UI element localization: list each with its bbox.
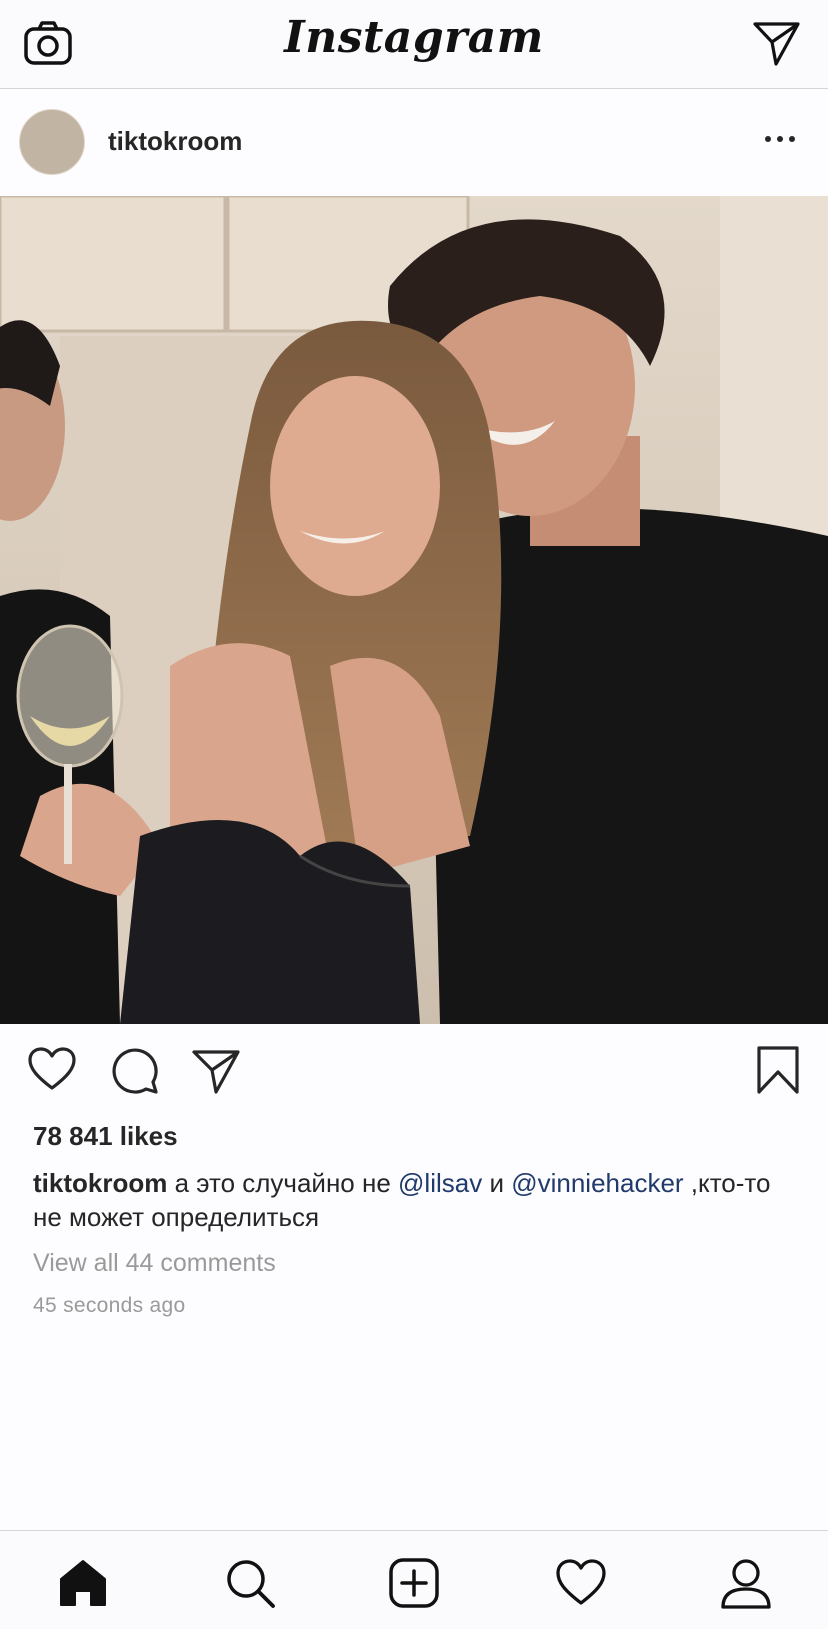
post-timestamp: 45 seconds ago xyxy=(33,1294,186,1317)
comment-icon[interactable] xyxy=(108,1044,160,1096)
view-comments-link[interactable]: View all 44 comments xyxy=(33,1249,276,1278)
profile-icon[interactable] xyxy=(718,1555,774,1611)
post-caption: tiktokroom а это случайно не @lilsav и @… xyxy=(33,1166,803,1234)
post-username[interactable]: tiktokroom xyxy=(108,126,242,157)
top-nav-bar: Instagram xyxy=(0,0,828,89)
post-header: tiktokroom xyxy=(0,89,828,196)
search-icon[interactable] xyxy=(222,1555,278,1611)
activity-heart-icon[interactable] xyxy=(553,1555,609,1611)
post-image[interactable] xyxy=(0,196,828,1024)
mention-vinniehacker[interactable]: @vinniehacker xyxy=(511,1168,683,1198)
post-actions xyxy=(0,1024,828,1114)
caption-text-1: а это случайно не xyxy=(167,1168,399,1198)
caption-text-2: и xyxy=(482,1168,512,1198)
share-icon[interactable] xyxy=(190,1044,242,1096)
home-icon[interactable] xyxy=(55,1555,111,1611)
more-options-icon[interactable] xyxy=(760,119,800,159)
instagram-logo: Instagram xyxy=(284,12,544,63)
direct-send-icon[interactable] xyxy=(752,18,802,68)
likes-count[interactable]: 78 841 likes xyxy=(33,1121,178,1152)
heart-icon[interactable] xyxy=(26,1044,78,1096)
bookmark-icon[interactable] xyxy=(752,1044,804,1096)
caption-username[interactable]: tiktokroom xyxy=(33,1168,167,1198)
new-post-icon[interactable] xyxy=(386,1555,442,1611)
post-photo-illustration xyxy=(0,196,828,1024)
bottom-tab-bar xyxy=(0,1530,828,1629)
avatar[interactable] xyxy=(19,109,85,175)
mention-lilsav[interactable]: @lilsav xyxy=(398,1168,482,1198)
